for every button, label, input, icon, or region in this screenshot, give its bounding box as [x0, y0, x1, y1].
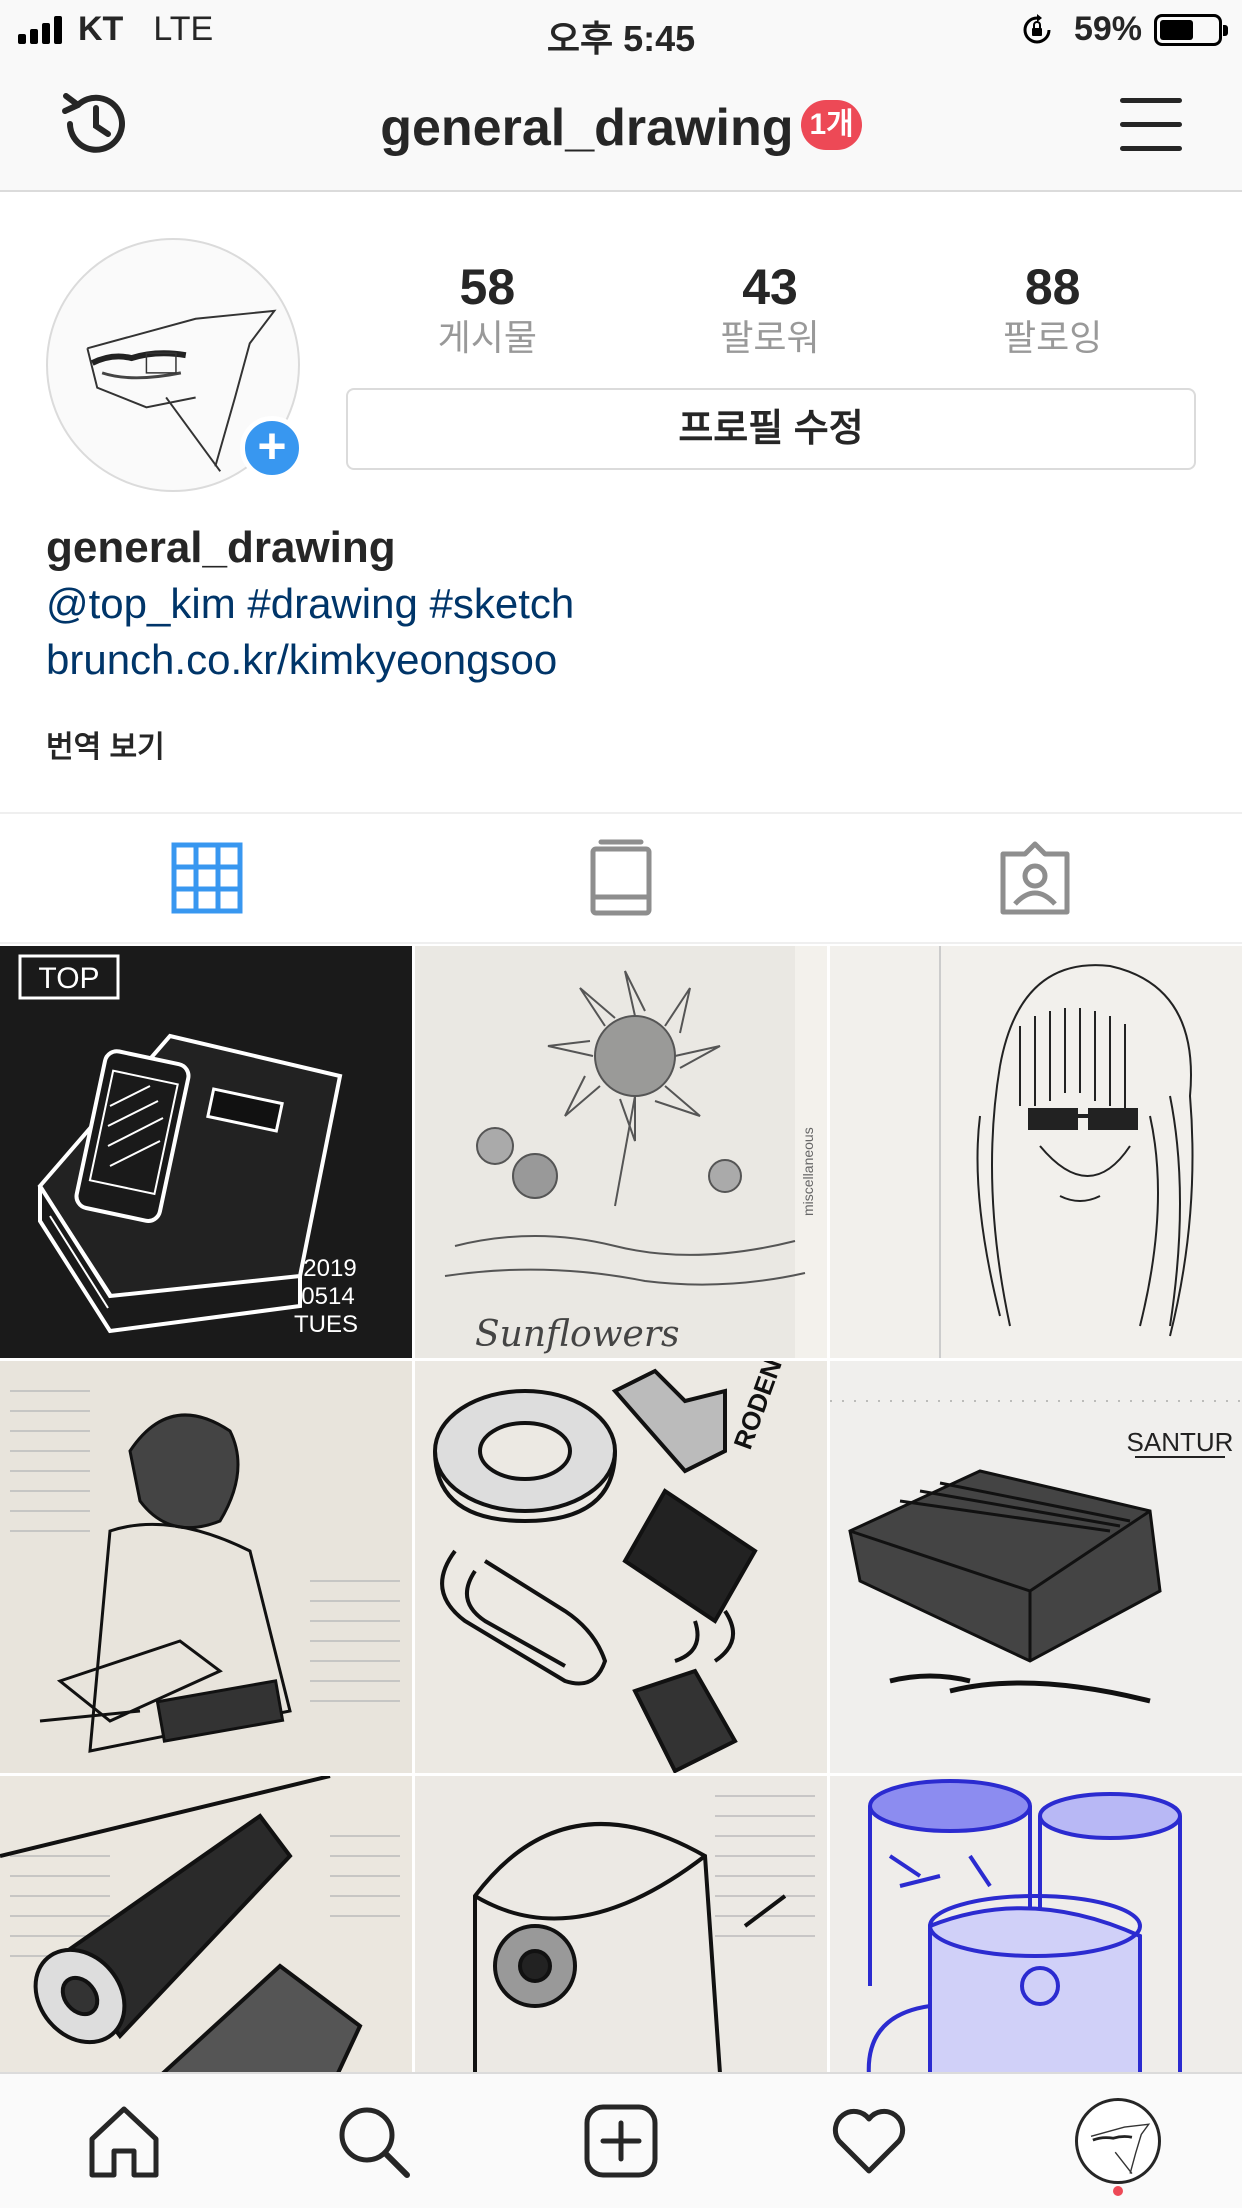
profile-icon — [1074, 2098, 1161, 2184]
display-name: general_drawing — [46, 523, 396, 572]
tab-igtv[interactable] — [414, 814, 828, 942]
post-boy-writing-image — [0, 1361, 412, 1773]
grid-post[interactable] — [830, 946, 1242, 1358]
tab-activity[interactable] — [745, 2074, 993, 2208]
post-backpack-image — [415, 1776, 827, 2072]
nav-bar: general_drawing 1개 — [0, 60, 1242, 192]
rotation-lock-icon — [1023, 13, 1051, 43]
grid-post[interactable] — [0, 1361, 412, 1773]
profile-username-title[interactable]: general_drawing 1개 — [0, 98, 1242, 158]
tab-search[interactable] — [248, 2074, 496, 2208]
profile-avatar[interactable]: + — [46, 238, 304, 492]
notification-badge: 1개 — [801, 100, 862, 151]
grid-post[interactable] — [0, 1776, 412, 2072]
grid-post[interactable] — [415, 1776, 827, 2072]
bottom-tab-bar — [0, 2072, 1242, 2208]
username-title-text: general_drawing — [380, 99, 794, 157]
posts-count: 58 — [459, 259, 516, 315]
status-bar: KT LTE 오후 5:45 59% — [0, 0, 1242, 60]
followers-stat[interactable]: 43 팔로워 — [629, 258, 912, 360]
post-sunflowers-image: Sunflowers miscellaneous — [415, 946, 827, 1358]
post-santur-image: SANTUR — [830, 1361, 1242, 1773]
edit-profile-button[interactable]: 프로필 수정 — [346, 388, 1196, 470]
grid-post[interactable] — [830, 1776, 1242, 2072]
activity-dot — [1112, 2186, 1123, 2196]
bio-section: general_drawing @top_kim #drawing #sketc… — [46, 520, 1196, 766]
post-phone-notebook-image: TOP 2019 0514 TUES — [0, 946, 412, 1358]
following-count: 88 — [1024, 259, 1081, 315]
tab-grid[interactable] — [0, 814, 414, 942]
post1-day: TUES — [294, 1311, 358, 1338]
post-blue-cups-image — [830, 1776, 1242, 2072]
following-stat[interactable]: 88 팔로잉 — [911, 258, 1194, 360]
post6-label: SANTUR — [1127, 1427, 1234, 1457]
post1-year: 2019 — [303, 1255, 356, 1282]
menu-icon[interactable] — [1120, 98, 1182, 152]
following-label: 팔로잉 — [1002, 317, 1103, 358]
post2-tab-label: miscellaneous — [800, 1127, 816, 1216]
battery-percent: 59% — [1073, 10, 1142, 48]
post1-date: 0514 — [301, 1283, 354, 1310]
profile-thumb-drawing — [1090, 2123, 1151, 2174]
followers-count: 43 — [742, 259, 798, 315]
bio-link[interactable]: brunch.co.kr/kimkyeongsoo — [46, 632, 1196, 688]
tab-tagged[interactable] — [828, 814, 1242, 942]
see-translation-link[interactable]: 번역 보기 — [46, 722, 1196, 766]
search-icon — [339, 2107, 410, 2178]
igtv-icon — [590, 839, 652, 916]
posts-grid: TOP 2019 0514 TUES Sunflowers miscellane… — [0, 946, 1242, 2072]
bio-tags[interactable]: @top_kim #drawing #sketch — [46, 576, 1196, 632]
post2-caption: Sunflowers — [475, 1314, 680, 1355]
post-tube-bottle-image — [0, 1776, 412, 2072]
home-icon — [89, 2106, 159, 2178]
grid-post[interactable]: Sunflowers miscellaneous — [415, 946, 827, 1358]
status-right: 59% — [1020, 10, 1228, 49]
posts-stat[interactable]: 58 게시물 — [346, 258, 629, 360]
tab-new-post[interactable] — [497, 2074, 745, 2208]
profile-tabs — [0, 812, 1242, 944]
grid-post[interactable]: RODEN — [415, 1361, 827, 1773]
post-clips-tape-image: RODEN — [415, 1361, 827, 1773]
tab-profile[interactable] — [994, 2074, 1242, 2208]
followers-label: 팔로워 — [720, 317, 820, 358]
tab-home[interactable] — [0, 2074, 248, 2208]
grid-post[interactable]: TOP 2019 0514 TUES — [0, 946, 412, 1358]
add-story-icon[interactable]: + — [240, 416, 304, 480]
profile-stats: 58 게시물 43 팔로워 88 팔로잉 — [346, 258, 1194, 360]
tagged-icon — [1000, 841, 1070, 915]
new-post-icon — [584, 2104, 658, 2178]
grid-post[interactable]: SANTUR — [830, 1361, 1242, 1773]
battery-fill — [1160, 19, 1194, 40]
grid-icon — [171, 842, 243, 914]
activity-icon — [833, 2108, 906, 2174]
post-girl-glasses-image — [830, 946, 1242, 1358]
post1-top-text: TOP — [38, 962, 99, 995]
battery-icon — [1154, 13, 1228, 46]
posts-label: 게시물 — [437, 317, 538, 358]
